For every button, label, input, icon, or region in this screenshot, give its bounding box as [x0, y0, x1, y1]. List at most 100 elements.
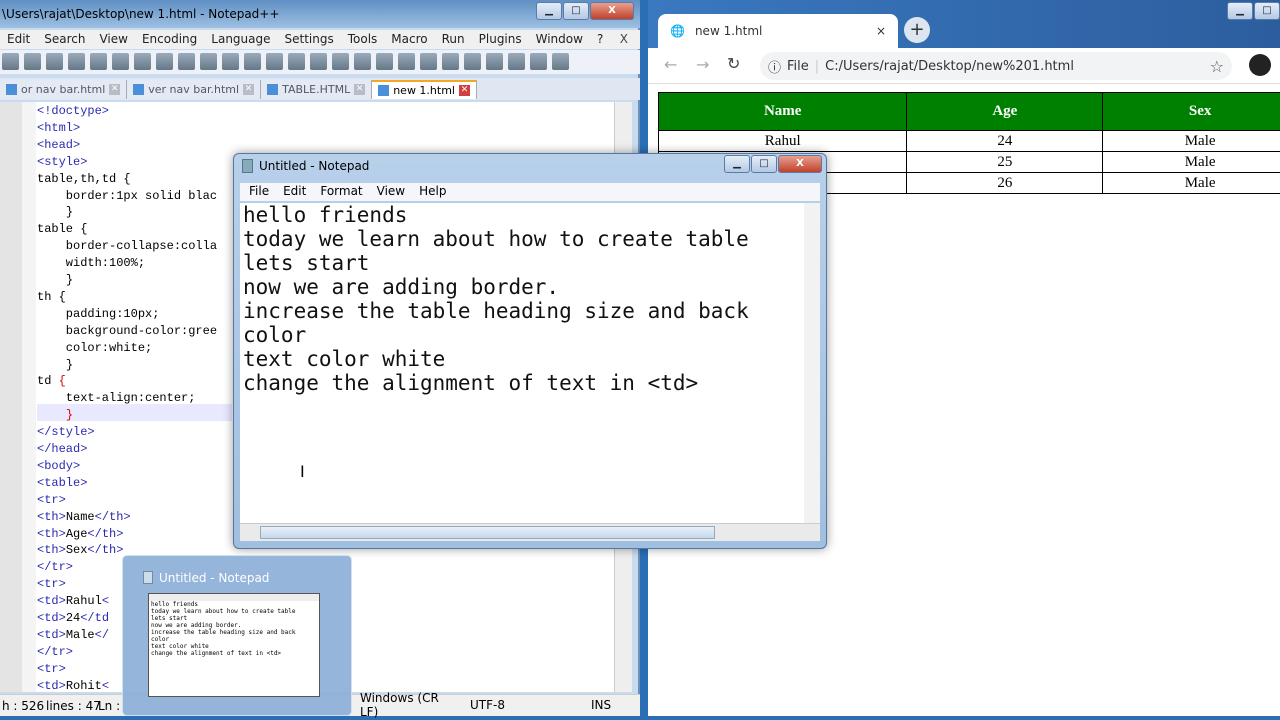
text-line: hello friends: [243, 203, 408, 227]
notepadpp-titlebar[interactable]: \Users\rajat\Desktop\new 1.html - Notepa…: [0, 0, 640, 28]
undo-icon[interactable]: [222, 53, 239, 70]
menu-format[interactable]: Format: [313, 184, 369, 200]
zoom-in-icon[interactable]: [310, 53, 327, 70]
tab-close-icon[interactable]: ✕: [243, 84, 255, 95]
tab-close-icon[interactable]: ✕: [109, 84, 121, 95]
close-all-icon[interactable]: [112, 53, 129, 70]
menu-edit[interactable]: Edit: [276, 184, 313, 200]
maximize-button[interactable]: □: [563, 2, 589, 20]
thumbnail-text-line: lets start: [151, 615, 188, 622]
folder-icon[interactable]: [508, 53, 525, 70]
minimize-button[interactable]: ▁: [1227, 2, 1253, 20]
paste-icon[interactable]: [200, 53, 217, 70]
table-header-cell: Age: [906, 92, 1104, 131]
table-cell: 26: [906, 172, 1104, 194]
menu-edit[interactable]: Edit: [0, 32, 37, 49]
scrollbar-thumb[interactable]: [260, 526, 715, 539]
open-icon[interactable]: [24, 53, 41, 70]
tab-ver-nav-bar-html[interactable]: ver nav bar.html ✕: [127, 80, 262, 99]
code-line: }: [65, 408, 74, 423]
reload-icon[interactable]: ↻: [727, 54, 740, 73]
menu-language[interactable]: Language: [204, 32, 277, 49]
menu-encoding[interactable]: Encoding: [135, 32, 204, 49]
browser-tab[interactable]: 🌐 new 1.html ×: [658, 14, 898, 48]
save-icon: [6, 84, 17, 95]
close-button[interactable]: X: [590, 2, 634, 20]
menu-search[interactable]: Search: [37, 32, 92, 49]
code-line: padding:10px;: [37, 306, 160, 321]
back-icon[interactable]: ←: [664, 55, 677, 74]
notepad-text-area[interactable]: hello friends today we learn about how to…: [240, 203, 820, 523]
notepad-window: Untitled - Notepad ▁ □ X File Edit Format V…: [233, 153, 827, 549]
code-line: width:100%;: [37, 256, 146, 271]
menu-file[interactable]: File: [242, 184, 276, 200]
find-icon[interactable]: [266, 53, 283, 70]
status-length: h : 526: [2, 699, 45, 713]
scheme-label: File: [787, 58, 809, 74]
code-line: <head>: [37, 137, 81, 152]
tab-close-icon[interactable]: ×: [876, 24, 886, 38]
replace-icon[interactable]: [288, 53, 305, 70]
info-icon[interactable]: ⓘ: [768, 57, 781, 76]
taskbar-thumbnail-preview[interactable]: Untitled - Notepad hello friends today we…: [122, 555, 352, 716]
new-tab-button[interactable]: +: [904, 17, 930, 43]
table-cell: Male: [1102, 172, 1280, 194]
tab-close-icon[interactable]: ✕: [459, 85, 470, 96]
minimize-button[interactable]: ▁: [724, 155, 750, 173]
save-icon[interactable]: [46, 53, 63, 70]
forward-icon[interactable]: →: [696, 55, 709, 74]
vertical-scrollbar[interactable]: [804, 203, 820, 523]
menu-tools[interactable]: Tools: [341, 32, 385, 49]
function-list-icon[interactable]: [486, 53, 503, 70]
menu-view[interactable]: View: [92, 32, 134, 49]
zoom-out-icon[interactable]: [332, 53, 349, 70]
maximize-button[interactable]: □: [751, 155, 777, 173]
menu-help[interactable]: ?: [590, 32, 610, 49]
copy-icon[interactable]: [178, 53, 195, 70]
text-line: color: [243, 323, 307, 347]
horizontal-scrollbar[interactable]: [240, 523, 820, 541]
tab-table-html[interactable]: TABLE.HTML ✕: [261, 80, 373, 99]
sync-v-icon[interactable]: [354, 53, 371, 70]
thumbnail-text-line: text color white: [151, 643, 209, 650]
tab-or-nav-bar-html[interactable]: or nav bar.html ✕: [0, 80, 128, 99]
menu-plugins[interactable]: Plugins: [472, 32, 529, 49]
tab-new-1-html[interactable]: new 1.html ✕: [372, 80, 477, 99]
print-icon[interactable]: [134, 53, 151, 70]
monitor-icon[interactable]: [530, 53, 547, 70]
notepad-titlebar[interactable]: Untitled - Notepad: [242, 159, 369, 173]
all-chars-icon[interactable]: [420, 53, 437, 70]
menu-window[interactable]: Window: [529, 32, 590, 49]
table-cell: 25: [906, 151, 1104, 173]
close-icon[interactable]: [90, 53, 107, 70]
wrap-icon[interactable]: [398, 53, 415, 70]
indent-guide-icon[interactable]: [442, 53, 459, 70]
menu-help[interactable]: Help: [412, 184, 453, 200]
menu-view[interactable]: View: [370, 184, 412, 200]
save-icon: [133, 84, 145, 95]
eye-icon[interactable]: [552, 53, 569, 70]
code-line: color:white;: [37, 340, 153, 355]
tab-close-icon[interactable]: ✕: [354, 84, 366, 95]
status-ln: Ln :: [98, 699, 121, 713]
close-document-button[interactable]: X: [620, 32, 628, 46]
close-button[interactable]: X: [778, 155, 822, 173]
redo-icon[interactable]: [244, 53, 261, 70]
save-icon: [267, 84, 279, 95]
cut-icon[interactable]: [156, 53, 173, 70]
minimize-button[interactable]: ▁: [536, 2, 562, 20]
address-bar[interactable]: ⓘ File | C:/Users/rajat/Desktop/new%201.…: [760, 52, 1232, 80]
bookmark-star-icon[interactable]: ☆: [1210, 57, 1224, 76]
new-icon[interactable]: [2, 53, 19, 70]
menu-macro[interactable]: Macro: [384, 32, 434, 49]
save-all-icon[interactable]: [68, 53, 85, 70]
doc-map-icon[interactable]: [464, 53, 481, 70]
maximize-button[interactable]: □: [1254, 2, 1280, 20]
text-line: today we learn about how to create table: [243, 227, 749, 251]
menu-run[interactable]: Run: [435, 32, 472, 49]
menu-settings[interactable]: Settings: [278, 32, 341, 49]
profile-avatar[interactable]: [1249, 54, 1271, 76]
browser-tab-bar: 🌐 new 1.html × + ▁ □: [648, 0, 1280, 48]
sync-h-icon[interactable]: [376, 53, 393, 70]
code-line: <td>Rahul<: [37, 594, 110, 609]
